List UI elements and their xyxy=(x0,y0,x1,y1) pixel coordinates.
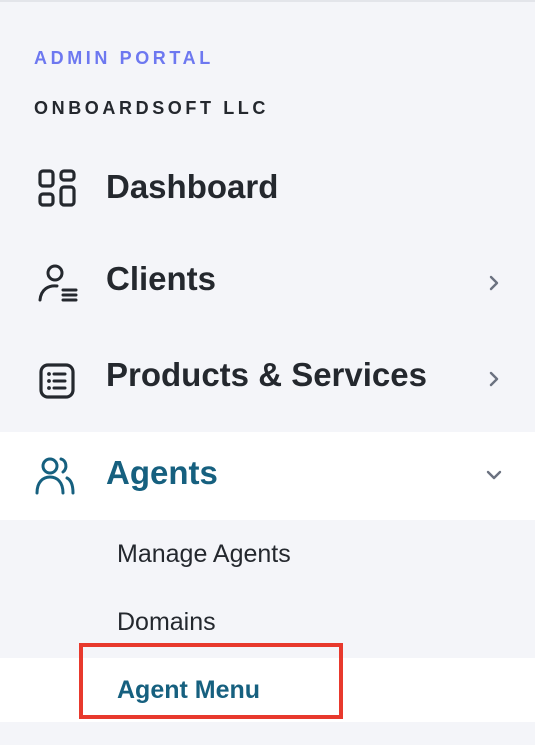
portal-label: ADMIN PORTAL xyxy=(34,48,214,68)
sidebar-item-label: Agents xyxy=(106,454,218,491)
sidebar-item-clients[interactable]: Clients xyxy=(0,242,535,322)
sidebar-item-label: Dashboard xyxy=(106,168,279,205)
submenu-item-domains[interactable]: Domains xyxy=(0,590,535,654)
sidebar-item-label: Products & Services xyxy=(106,356,427,393)
sidebar-item-products-services[interactable]: Products & Services xyxy=(0,338,535,420)
submenu-item-label: Agent Menu xyxy=(117,676,261,704)
users-group-icon xyxy=(35,457,75,495)
list-document-icon xyxy=(39,363,75,399)
sidebar-item-dashboard[interactable]: Dashboard xyxy=(0,150,535,228)
sidebar-item-label: Clients xyxy=(106,260,217,297)
submenu-item-label: Manage Agents xyxy=(117,540,291,568)
submenu-item-label: Domains xyxy=(117,608,216,636)
company-name: ONBOARDSOFT LLC xyxy=(34,98,269,118)
submenu-item-agent-menu[interactable]: Agent Menu xyxy=(0,658,535,722)
user-list-icon xyxy=(38,264,78,302)
sidebar: ADMIN PORTAL ONBOARDSOFT LLC Dashboard C… xyxy=(0,0,535,745)
sidebar-item-agents[interactable]: Agents xyxy=(0,432,535,520)
submenu-item-manage-agents[interactable]: Manage Agents xyxy=(0,522,535,586)
dashboard-grid-icon xyxy=(38,169,76,207)
chevron-right-icon[interactable] xyxy=(485,370,503,388)
chevron-down-icon[interactable] xyxy=(485,466,503,484)
chevron-right-icon[interactable] xyxy=(485,274,503,292)
